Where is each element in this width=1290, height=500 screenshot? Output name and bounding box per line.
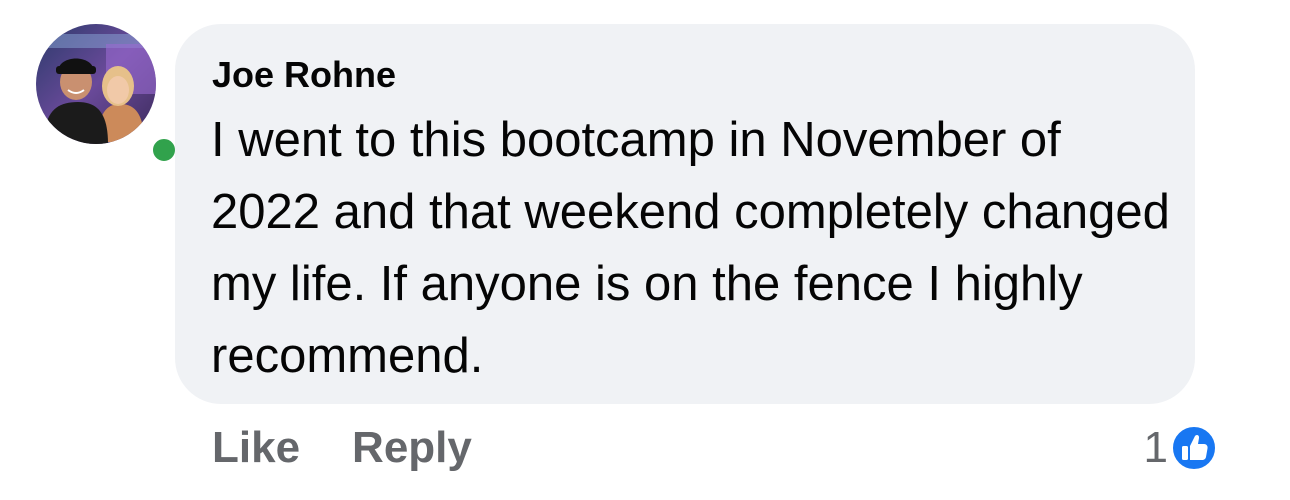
comment-bubble: Joe Rohne I went to this bootcamp in Nov… [175,24,1195,404]
reaction-count: 1 [1143,423,1168,472]
avatar[interactable] [36,24,156,144]
reply-button[interactable]: Reply [352,423,472,473]
comment-text: I went to this bootcamp in November of 2… [211,113,1170,383]
comment: Joe Rohne I went to this bootcamp in Nov… [0,0,1290,500]
comment-author-name[interactable]: Joe Rohne [212,54,396,96]
like-icon [1171,425,1217,471]
avatar-container[interactable] [36,24,180,166]
reaction-summary[interactable]: 1 [1144,418,1218,478]
like-button[interactable]: Like [212,423,300,473]
comment-actions: Like Reply [212,418,472,478]
